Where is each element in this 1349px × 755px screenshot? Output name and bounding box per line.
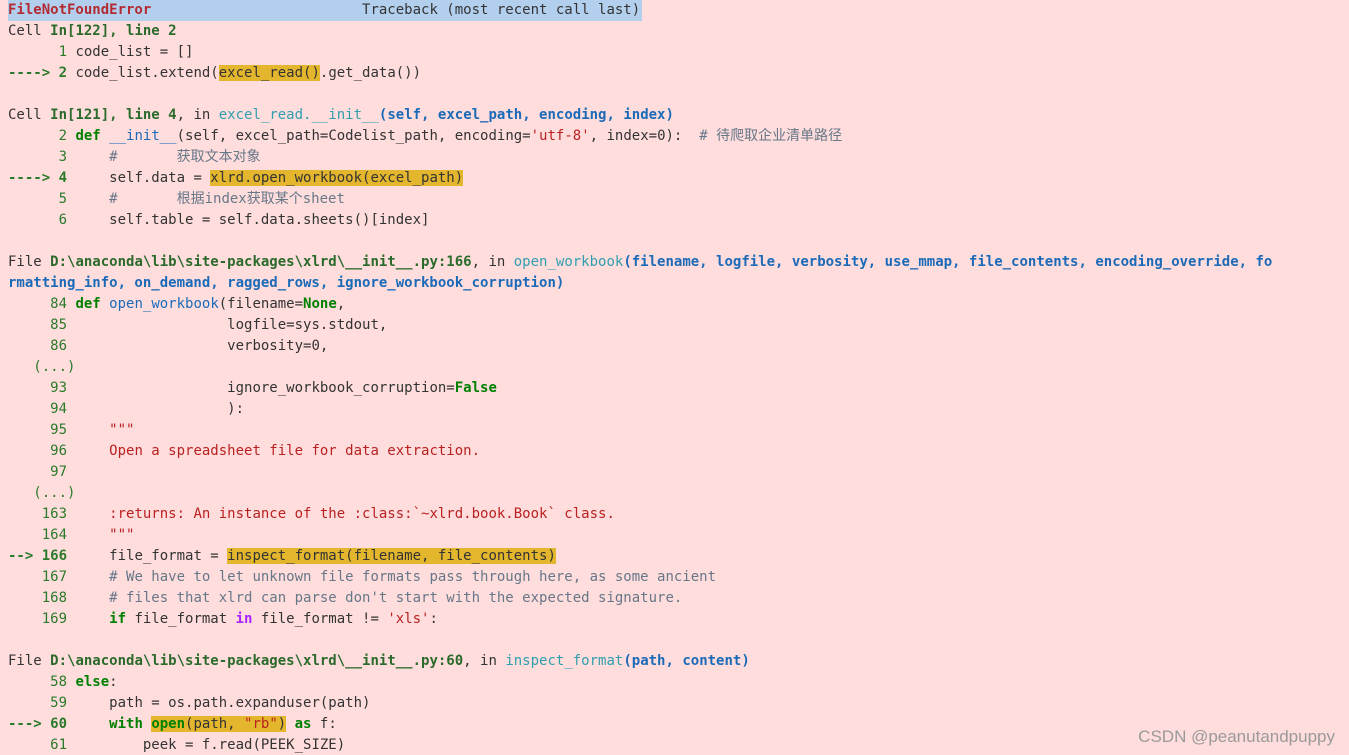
watermark: CSDN @peanutandpuppy	[1138, 727, 1335, 746]
traceback-output: FileNotFoundError Traceback (most recent…	[0, 0, 1349, 755]
function-args: (path, content)	[623, 653, 750, 669]
code-line-active: --> 166 file_format = inspect_format(fil…	[8, 548, 556, 564]
traceback-label: Traceback (most recent call last)	[362, 2, 641, 18]
cell-ref: In[121], line 4	[50, 107, 177, 123]
code-line: 169 if file_format in file_format != 'xl…	[8, 611, 438, 627]
error-highlight: inspect_format(filename, file_contents)	[227, 548, 556, 564]
code-line: 85 logfile=sys.stdout,	[8, 317, 388, 333]
code-line: 163 :returns: An instance of the :class:…	[8, 506, 615, 522]
file-path: D:\anaconda\lib\site-packages\xlrd\__ini…	[50, 254, 472, 270]
code-line: 94 ):	[8, 401, 245, 417]
error-type: FileNotFoundError	[8, 2, 152, 18]
code-line: 95 """	[8, 422, 135, 438]
code-line: 58 else:	[8, 674, 118, 690]
code-line: 93 ignore_workbook_corruption=False	[8, 380, 497, 396]
code-line: 97	[8, 464, 76, 480]
traceback-title-bar: FileNotFoundError Traceback (most recent…	[8, 0, 643, 21]
frame-3-location-wrap: rmatting_info, on_demand, ragged_rows, i…	[0, 273, 1349, 294]
traceback-header: FileNotFoundError Traceback (most recent…	[0, 0, 1349, 21]
code-line: 1 code_list = []	[8, 44, 194, 60]
cell-ref: In[122], line 2	[50, 23, 177, 39]
code-line: 96 Open a spreadsheet file for data extr…	[8, 443, 481, 459]
function-args: (filename, logfile, verbosity, use_mmap,…	[623, 254, 1273, 270]
frame-3-location: File D:\anaconda\lib\site-packages\xlrd\…	[8, 254, 1273, 270]
code-line: 6 self.table = self.data.sheets()[index]	[8, 212, 430, 228]
code-line: 59 path = os.path.expanduser(path)	[8, 695, 371, 711]
code-line-active: ----> 2 code_list.extend(excel_read().ge…	[8, 65, 422, 81]
function-args-cont: rmatting_info, on_demand, ragged_rows, i…	[8, 275, 565, 291]
error-highlight: open(path, "rb")	[151, 716, 287, 732]
function-name: open_workbook	[513, 254, 624, 270]
frame-4-location: File D:\anaconda\lib\site-packages\xlrd\…	[8, 653, 750, 669]
code-line: 2 def __init__(self, excel_path=Codelist…	[8, 128, 843, 144]
code-line: 3 # 获取文本对象	[8, 149, 261, 165]
frame-1-location: Cell In[122], line 2	[8, 23, 177, 39]
file-path: D:\anaconda\lib\site-packages\xlrd\__ini…	[50, 653, 464, 669]
function-args: (self, excel_path, encoding, index)	[378, 107, 674, 123]
ellipsis-line: (...)	[8, 485, 76, 501]
code-line: 86 verbosity=0,	[8, 338, 329, 354]
frame-2-location: Cell In[121], line 4, in excel_read.__in…	[8, 107, 674, 123]
code-line: 164 """	[8, 527, 135, 543]
code-line: 84 def open_workbook(filename=None,	[8, 296, 346, 312]
code-line: 168 # files that xlrd can parse don't st…	[8, 590, 683, 606]
code-line: 167 # We have to let unknown file format…	[8, 569, 717, 585]
error-highlight: xlrd.open_workbook(excel_path)	[210, 170, 464, 186]
function-name: excel_read.__init__	[218, 107, 379, 123]
code-line-active: ----> 4 self.data = xlrd.open_workbook(e…	[8, 170, 464, 186]
code-line: 5 # 根据index获取某个sheet	[8, 191, 345, 207]
ellipsis-line: (...)	[8, 359, 76, 375]
function-name: inspect_format	[505, 653, 624, 669]
error-highlight: excel_read()	[218, 65, 320, 81]
